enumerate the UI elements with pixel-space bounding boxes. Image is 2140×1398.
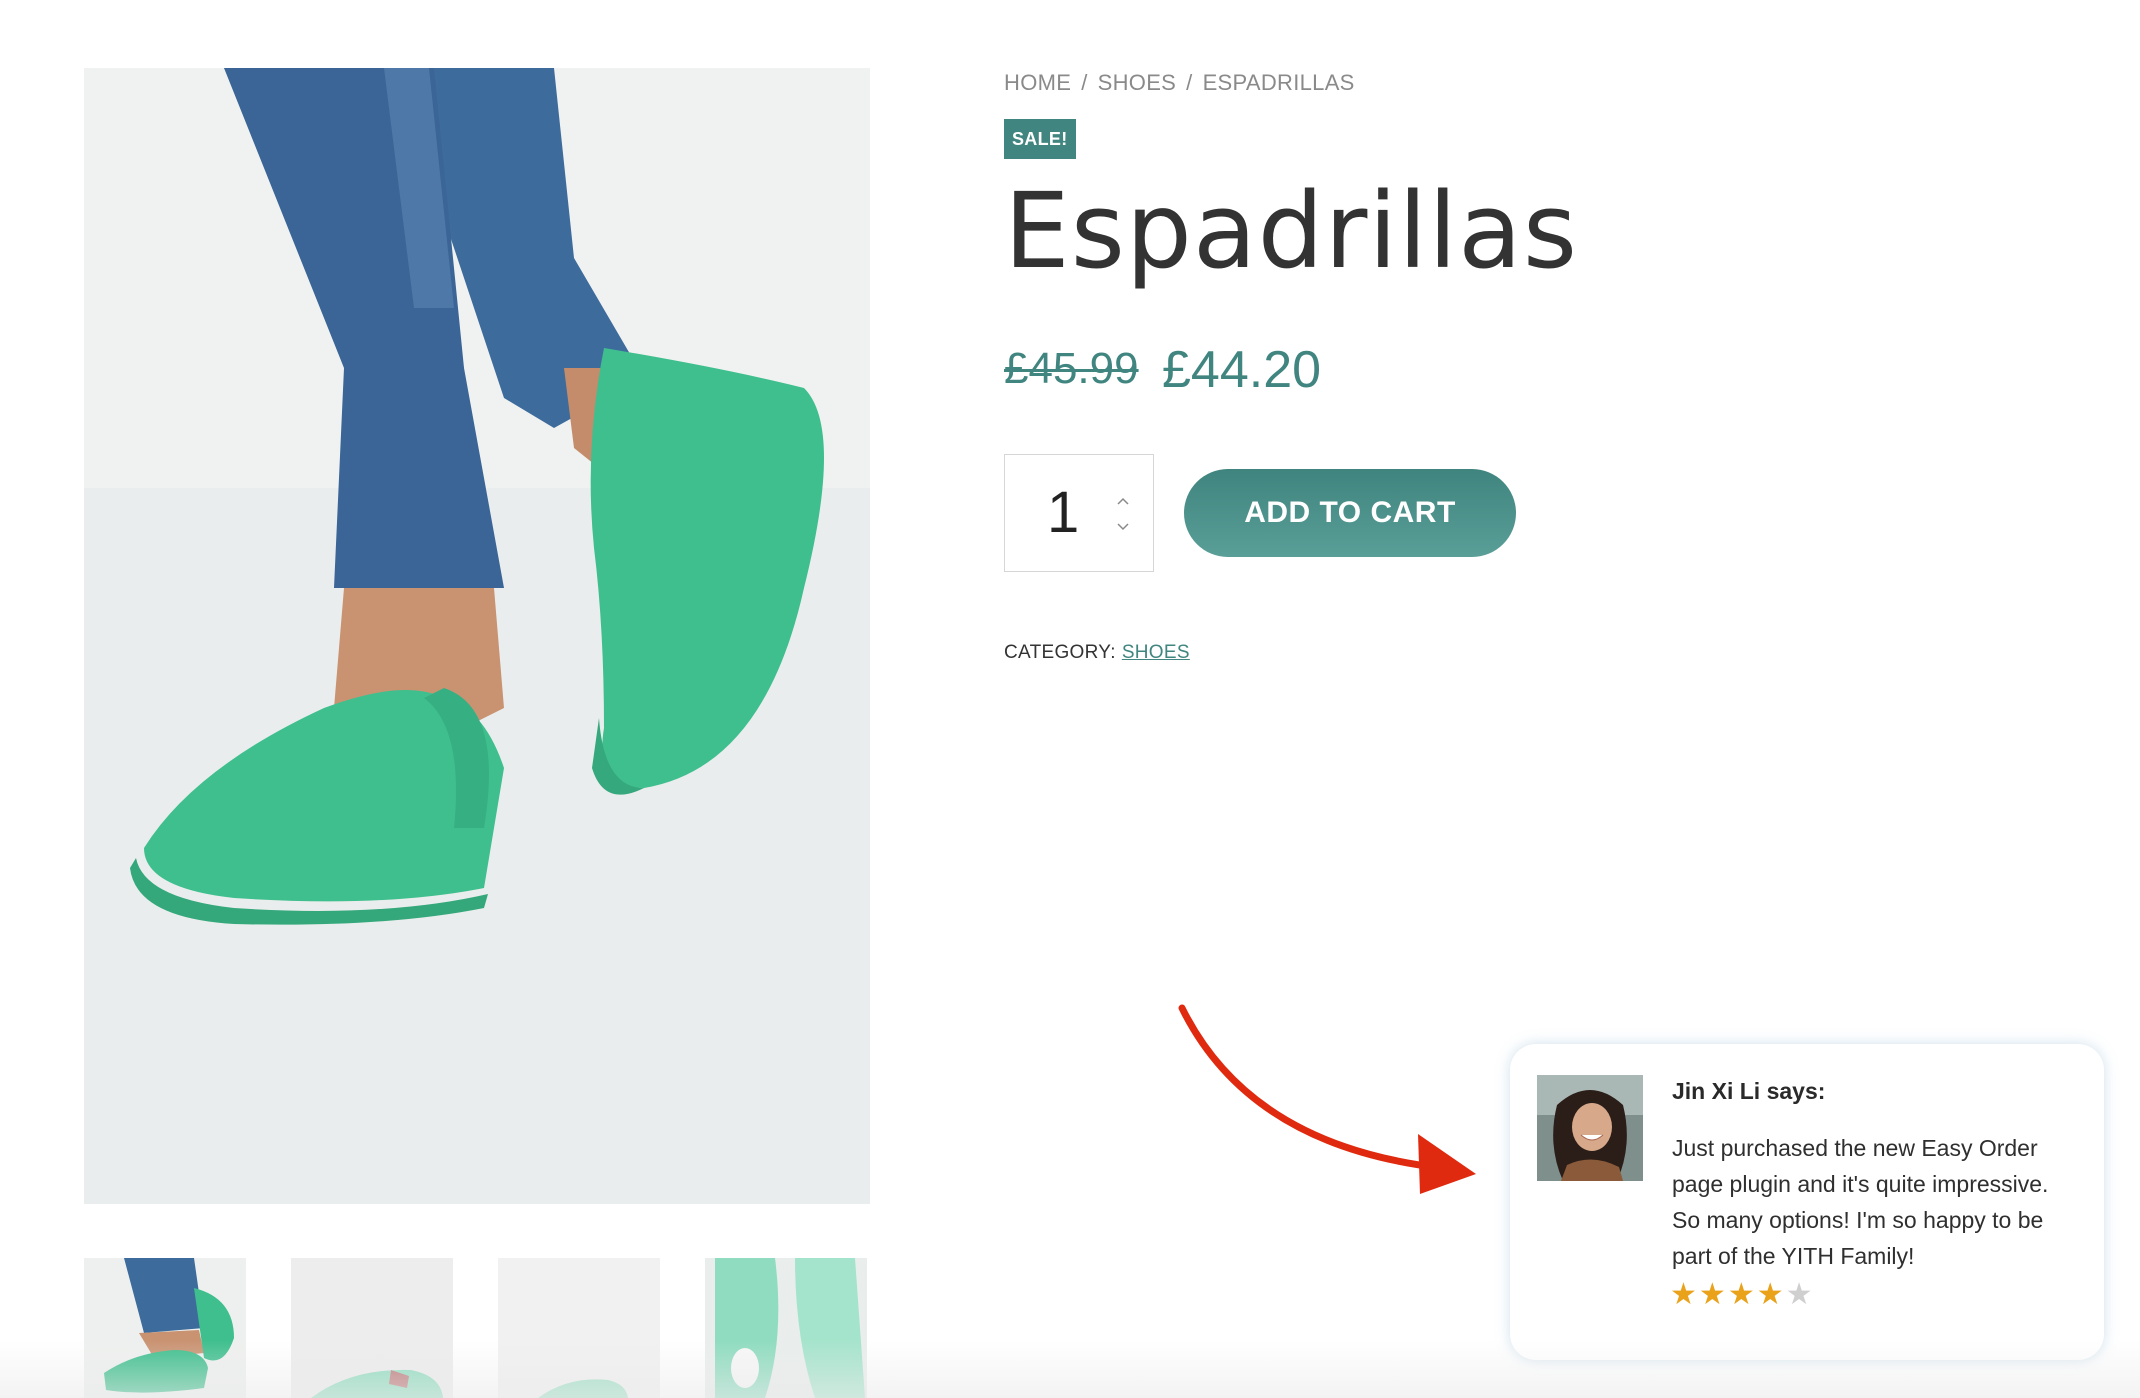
review-popup[interactable]: Jin Xi Li says: Just purchased the new E…: [1510, 1044, 2104, 1360]
chevron-up-icon[interactable]: [1113, 491, 1133, 511]
avatar-photo: [1537, 1075, 1643, 1181]
price-sale: £44.20: [1162, 341, 1322, 399]
star-icon: ★: [1698, 1278, 1726, 1311]
quantity-stepper[interactable]: 1: [1004, 454, 1154, 572]
star-icon: ★: [1670, 1278, 1697, 1311]
star-icon: ★: [1785, 1278, 1813, 1311]
add-to-cart-button[interactable]: ADD TO CART: [1184, 469, 1516, 557]
thumbnail-2[interactable]: [291, 1258, 453, 1398]
product-photo-illustration: [84, 68, 870, 1204]
chevron-up-glyph: [1117, 497, 1129, 505]
thumbnail-3-image: [498, 1258, 660, 1398]
thumbnail-2-image: [291, 1258, 453, 1398]
product-category: CATEGORY: SHOES: [1004, 642, 1190, 664]
breadcrumb: HOME / SHOES / ESPADRILLAS: [1004, 70, 1355, 96]
thumbnail-1[interactable]: [84, 1258, 246, 1398]
avatar: [1537, 1075, 1643, 1181]
breadcrumb-current: ESPADRILLAS: [1202, 70, 1355, 95]
star-icon: ★: [1727, 1278, 1755, 1311]
arrow-icon: [1178, 1004, 1476, 1194]
category-label: CATEGORY:: [1004, 642, 1116, 663]
breadcrumb-separator: /: [1186, 70, 1193, 95]
thumbnail-strip: [84, 1258, 870, 1398]
thumbnail-4-image: [705, 1258, 867, 1398]
sale-badge: SALE!: [1004, 119, 1076, 159]
price-original: £45.99: [1004, 344, 1139, 393]
chevron-down-icon[interactable]: [1113, 517, 1133, 537]
thumbnail-4[interactable]: [705, 1258, 867, 1398]
thumbnail-3[interactable]: [498, 1258, 660, 1398]
breadcrumb-separator: /: [1081, 70, 1088, 95]
review-text: Just purchased the new Easy Order page p…: [1672, 1135, 2049, 1269]
quantity-value[interactable]: 1: [1047, 483, 1079, 543]
chevron-down-glyph: [1117, 523, 1129, 531]
reviewer-name: Jin Xi Li says:: [1672, 1078, 1826, 1104]
breadcrumb-home[interactable]: HOME: [1004, 70, 1071, 96]
breadcrumb-shoes[interactable]: SHOES: [1098, 70, 1177, 96]
thumbnail-1-image: [84, 1258, 246, 1398]
star-icon: ★: [1756, 1278, 1784, 1311]
star-rating: ★ ★ ★ ★ ★: [1670, 1280, 1813, 1310]
category-link[interactable]: SHOES: [1122, 642, 1190, 663]
product-title: Espadrillas: [1004, 170, 1579, 292]
product-main-image[interactable]: [84, 68, 870, 1204]
product-page: HOME / SHOES / ESPADRILLAS SALE! Espadri…: [0, 0, 2140, 1398]
